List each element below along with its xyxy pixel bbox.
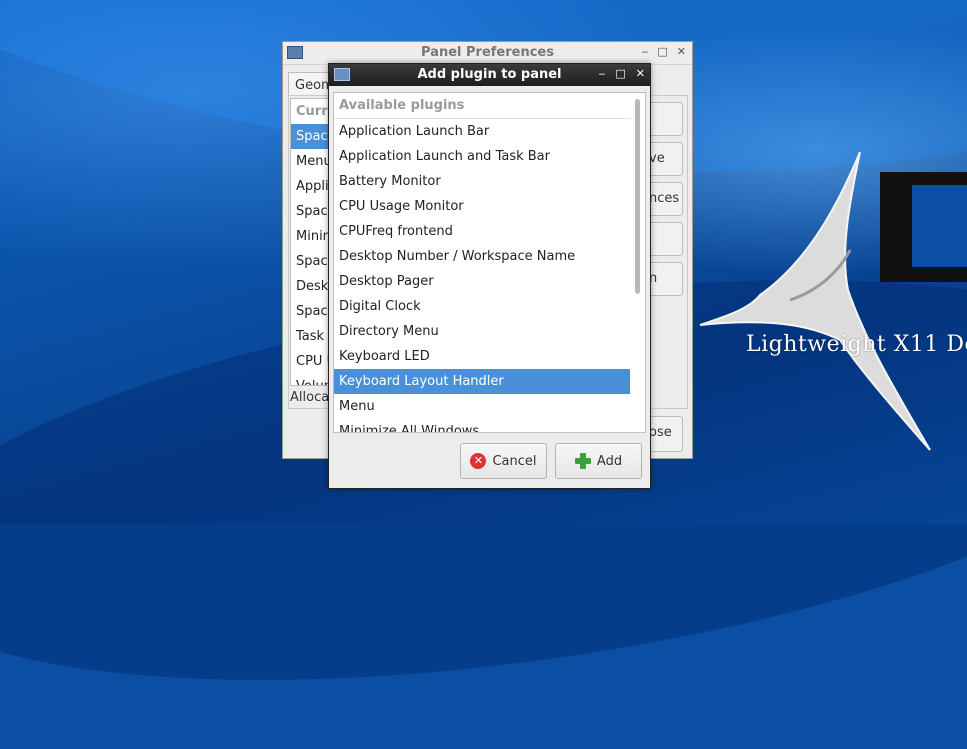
panel-preferences-titlebar[interactable]: Panel Preferences ‒ □ ✕ xyxy=(283,42,692,65)
add-plugin-dialog: Add plugin to panel ‒ □ ✕ Available plug… xyxy=(328,63,651,489)
cancel-icon: ✕ xyxy=(470,453,487,469)
plugin-item[interactable]: Directory Menu xyxy=(334,319,630,344)
minimize-icon[interactable]: ‒ xyxy=(641,45,648,58)
plugin-item[interactable]: CPU Usage Monitor xyxy=(334,194,630,219)
plugin-preferences-button[interactable]: nces xyxy=(648,182,683,216)
minimize-icon[interactable]: ‒ xyxy=(598,67,605,80)
lxde-bird-logo xyxy=(699,151,931,451)
plugin-item[interactable]: Desktop Pager xyxy=(334,269,630,294)
plugin-item[interactable]: Application Launch and Task Bar xyxy=(334,144,630,169)
cancel-button[interactable]: ✕ Cancel xyxy=(460,443,547,479)
cancel-label: Cancel xyxy=(492,453,537,469)
panel-preferences-title: Panel Preferences xyxy=(421,45,554,60)
allocation-label: Alloca xyxy=(290,390,330,405)
add-icon xyxy=(574,453,591,469)
plugin-item-selected[interactable]: Keyboard Layout Handler xyxy=(334,369,630,394)
available-plugins-header: Available plugins xyxy=(334,93,645,119)
add-plugin-titlebar[interactable]: Add plugin to panel ‒ □ ✕ xyxy=(329,64,650,86)
add-label: Add xyxy=(596,453,623,469)
add-button[interactable]: Add xyxy=(555,443,642,479)
plugin-item[interactable]: Minimize All Windows xyxy=(334,419,630,432)
scrollbar-thumb[interactable] xyxy=(635,99,640,294)
scrollbar[interactable] xyxy=(631,93,645,432)
add-plugin-button[interactable] xyxy=(648,102,683,136)
move-up-button[interactable] xyxy=(648,222,683,256)
plugin-item[interactable]: Battery Monitor xyxy=(334,169,630,194)
plugin-item[interactable]: Desktop Number / Workspace Name xyxy=(334,244,630,269)
plugin-item[interactable]: CPUFreq frontend xyxy=(334,219,630,244)
maximize-icon[interactable]: □ xyxy=(657,45,667,58)
plugin-item[interactable]: Digital Clock xyxy=(334,294,630,319)
plugin-item[interactable]: Menu xyxy=(334,394,630,419)
close-icon[interactable]: ✕ xyxy=(677,45,686,58)
remove-plugin-button[interactable]: ve xyxy=(648,142,683,176)
plugin-item[interactable]: Keyboard LED xyxy=(334,344,630,369)
maximize-icon[interactable]: □ xyxy=(615,67,625,80)
move-down-button[interactable]: n xyxy=(648,262,683,296)
available-plugins-list[interactable]: Available plugins Application Launch Bar… xyxy=(333,92,646,433)
close-icon[interactable]: ✕ xyxy=(636,67,645,80)
plugin-item[interactable]: Application Launch Bar xyxy=(334,119,630,144)
lxde-logo-text: Lightweight X11 Des xyxy=(746,332,967,357)
close-button[interactable]: ose xyxy=(648,416,683,452)
